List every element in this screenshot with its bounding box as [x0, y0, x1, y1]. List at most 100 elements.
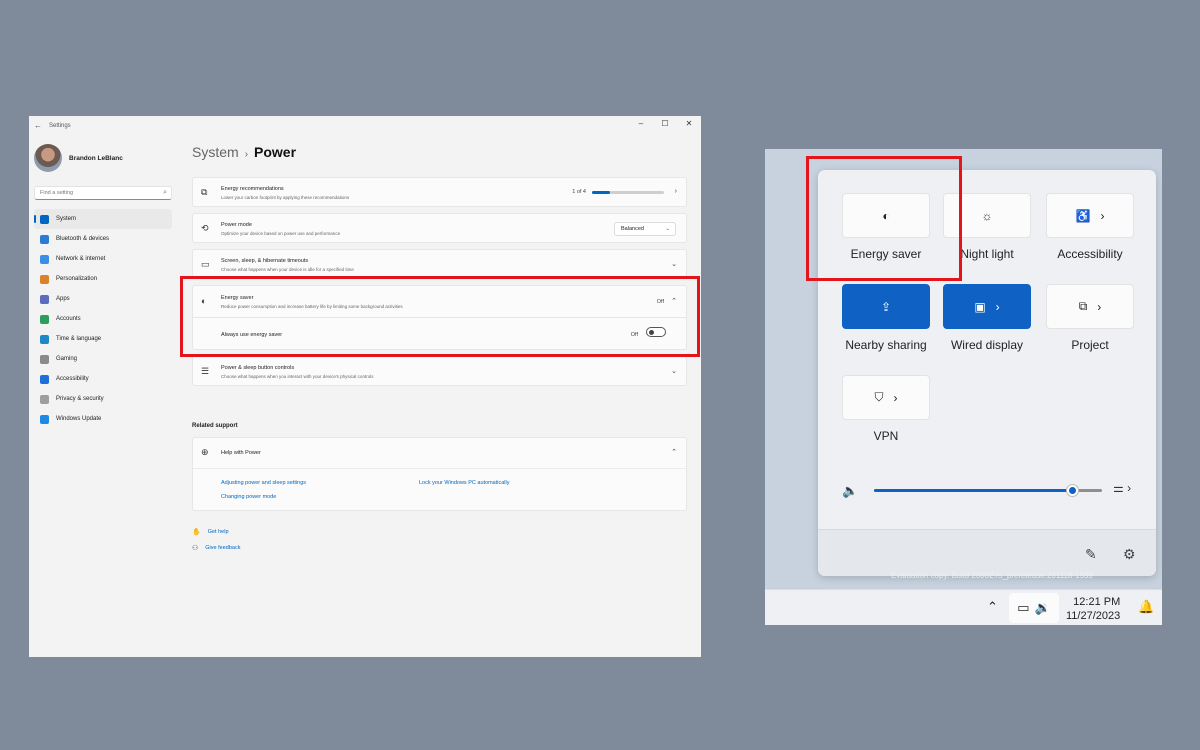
- help-header[interactable]: ⊕ Help with Power ⌃: [193, 438, 686, 469]
- search-icon: ⌕: [163, 189, 167, 196]
- tile-label: Nearby sharing: [845, 338, 927, 352]
- chevron-right-icon: ›: [995, 299, 1000, 314]
- update-icon: [40, 414, 49, 424]
- project-icon: ⧉: [1078, 299, 1088, 313]
- share-icon: ⇪: [880, 299, 892, 314]
- chevron-up-icon: ⌃: [671, 449, 677, 456]
- wired-display-tile[interactable]: ▣ ›: [943, 284, 1031, 329]
- progress-bar: [592, 191, 664, 194]
- chevron-down-icon: ⌄: [671, 368, 677, 375]
- globe-help-icon: ⊕: [201, 447, 209, 457]
- tile-label: Wired display: [950, 338, 1024, 352]
- energy-saver-highlight-box: [180, 276, 700, 357]
- sidebar-item-label: Network & internet: [56, 256, 106, 262]
- sidebar-item-label: Apps: [56, 296, 70, 302]
- volume-knob[interactable]: [1067, 485, 1079, 496]
- help-link[interactable]: Changing power mode: [221, 494, 276, 500]
- give-feedback-link[interactable]: ⚇ Give feedback: [192, 544, 240, 552]
- evaluation-watermark: Evaluation copy. Build 26002.rs_prerelea…: [891, 571, 1093, 580]
- apps-icon: [40, 294, 49, 304]
- close-button[interactable]: ✕: [677, 116, 701, 132]
- user-name: Brandon LeBlanc: [69, 154, 123, 162]
- card-subtitle: Choose what happens when you interact wi…: [221, 374, 374, 379]
- sidebar-item-network[interactable]: Network & internet: [34, 249, 172, 269]
- volume-slider[interactable]: [874, 485, 1102, 496]
- sidebar-item-privacy[interactable]: Privacy & security: [34, 389, 172, 409]
- page-title: Power: [254, 144, 297, 160]
- chevron-up-icon[interactable]: ⌃: [987, 599, 998, 615]
- breadcrumb-separator-icon: ›: [244, 149, 249, 160]
- main-pane: System › Power ⧉ Energy recommendations Lo…: [181, 138, 701, 657]
- notification-bell-icon[interactable]: 🔔: [1138, 599, 1154, 615]
- energy-recommendations-card[interactable]: ⧉ Energy recommendations Lower your carb…: [192, 177, 687, 207]
- sidebar-item-label: Windows Update: [56, 416, 102, 422]
- sidebar-item-bluetooth[interactable]: Bluetooth & devices: [34, 229, 172, 249]
- settings-window: ← Settings – ☐ ✕ Brandon LeBlanc Find a …: [29, 116, 701, 657]
- get-help-link[interactable]: ✋ Get help: [192, 528, 229, 536]
- vpn-tile[interactable]: ⛉ ›: [842, 375, 930, 420]
- help-link[interactable]: Lock your Windows PC automatically: [419, 480, 509, 486]
- power-mode-dropdown[interactable]: Balanced ⌄: [614, 222, 676, 236]
- breadcrumb-parent[interactable]: System: [192, 144, 239, 160]
- network-volume-tray[interactable]: ▭ 🔉: [1009, 593, 1059, 623]
- sidebar-item-gaming[interactable]: Gaming: [34, 349, 172, 369]
- power-button-controls-card[interactable]: ☰ Power & sleep button controls Choose w…: [192, 356, 687, 386]
- power-mode-card: ⟲ Power mode Optimize your device based …: [192, 213, 687, 243]
- sidebar-item-label: System: [56, 216, 77, 222]
- sidebar-item-personalization[interactable]: Personalization: [34, 269, 172, 289]
- quick-settings-footer: ✎ ⚙: [818, 529, 1156, 576]
- speaker-icon[interactable]: 🔈: [842, 483, 858, 499]
- tile-label: Accessibility: [1057, 247, 1123, 261]
- system-icon: [40, 214, 49, 224]
- cast-icon: ▣: [974, 299, 986, 314]
- dropdown-value: Balanced: [621, 226, 644, 232]
- gear-icon[interactable]: ⚙: [1123, 546, 1136, 563]
- power-button-icon: ☰: [201, 366, 210, 376]
- leaf-monitor-icon: ⧉: [201, 187, 208, 197]
- sidebar-item-apps[interactable]: Apps: [34, 289, 172, 309]
- sidebar-item-label: Accessibility: [56, 376, 89, 382]
- accessibility-icon: ♿: [1075, 208, 1091, 223]
- user-profile[interactable]: Brandon LeBlanc: [34, 144, 123, 172]
- bluetooth-icon: [40, 234, 49, 244]
- back-arrow-icon[interactable]: ←: [34, 121, 42, 130]
- taskbar: ⌃ ▭ 🔉 12:21 PM 11/27/2023 🔔: [765, 589, 1162, 625]
- sidebar-item-time-language[interactable]: Time & language: [34, 329, 172, 349]
- card-title: Screen, sleep, & hibernate timeouts: [221, 258, 309, 264]
- get-help-label: Get help: [207, 529, 229, 535]
- sidebar-item-accessibility[interactable]: Accessibility: [34, 369, 172, 389]
- monitor-icon: ▭: [201, 259, 210, 269]
- maximize-button[interactable]: ☐: [653, 116, 677, 132]
- sidebar-item-accounts[interactable]: Accounts: [34, 309, 172, 329]
- sidebar-item-system[interactable]: System: [34, 209, 172, 229]
- help-link[interactable]: Adjusting power and sleep settings: [221, 480, 306, 486]
- search-input[interactable]: Find a setting ⌕: [34, 186, 172, 200]
- sidebar-item-windows-update[interactable]: Windows Update: [34, 409, 172, 429]
- sidebar-item-label: Privacy & security: [56, 396, 104, 402]
- screen-sleep-card[interactable]: ▭ Screen, sleep, & hibernate timeouts Ch…: [192, 249, 687, 279]
- speaker-icon: 🔉: [1034, 600, 1051, 615]
- breadcrumb: System › Power: [192, 144, 296, 160]
- card-subtitle: Lower your carbon footprint by applying …: [221, 195, 350, 200]
- system-clock[interactable]: 12:21 PM 11/27/2023: [1066, 595, 1120, 623]
- edit-pencil-icon[interactable]: ✎: [1085, 546, 1097, 563]
- clock-time: 12:21 PM: [1073, 596, 1121, 608]
- card-title: Energy recommendations: [221, 186, 284, 192]
- minimize-button[interactable]: –: [629, 116, 653, 132]
- volume-fill: [874, 489, 1073, 492]
- nearby-sharing-tile[interactable]: ⇪: [842, 284, 930, 329]
- progress-text: 1 of 4: [572, 189, 586, 195]
- title-bar: ← Settings – ☐ ✕: [29, 116, 701, 138]
- card-subtitle: Optimize your device based on power use …: [221, 231, 341, 236]
- accessibility-tile[interactable]: ♿ ›: [1046, 193, 1134, 238]
- chevron-right-icon: ›: [674, 188, 677, 195]
- wifi-icon: [40, 254, 49, 264]
- chevron-right-icon: ›: [1097, 299, 1102, 314]
- window-title: Settings: [49, 123, 71, 129]
- search-placeholder: Find a setting: [40, 190, 74, 196]
- chevron-down-icon: ⌄: [671, 261, 677, 268]
- chevron-down-icon: ⌄: [665, 226, 670, 232]
- project-tile[interactable]: ⧉ ›: [1046, 284, 1134, 329]
- sidebar: Brandon LeBlanc Find a setting ⌕ System …: [29, 138, 181, 657]
- volume-mixer-icon[interactable]: ⚌ ›: [1113, 481, 1131, 495]
